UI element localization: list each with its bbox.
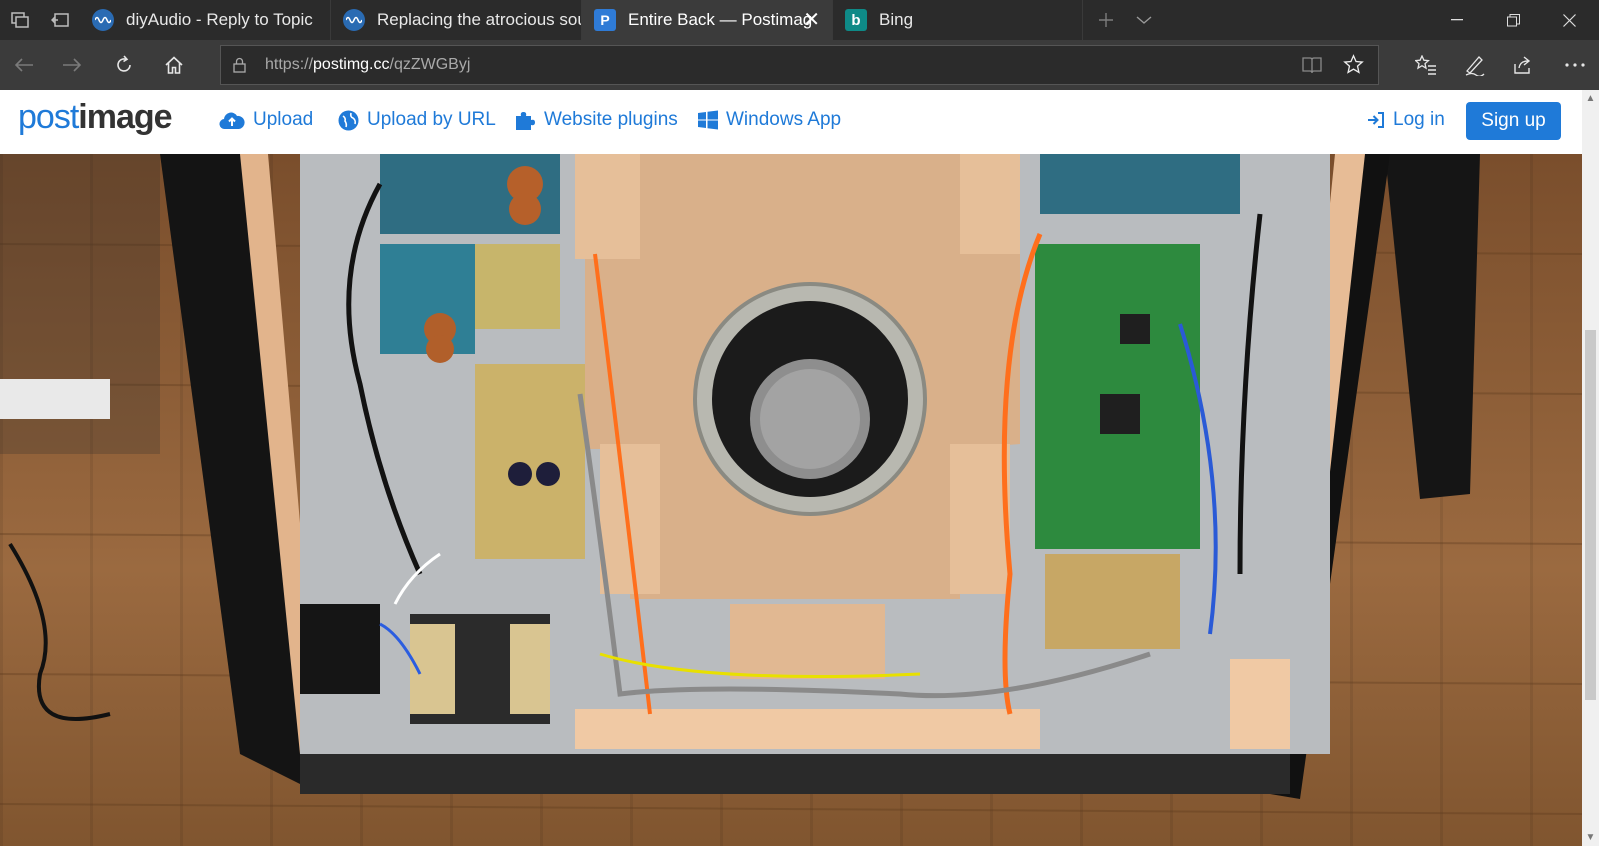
postimage-header: postimage Upload Upload by URL Website p… — [0, 90, 1582, 155]
lock-icon[interactable] — [233, 57, 246, 78]
diyaudio-icon — [92, 9, 114, 31]
scrollbar-thumb[interactable] — [1585, 330, 1596, 700]
url-text: https://postimg.cc/qzZWGByj — [265, 56, 470, 74]
upload-by-url-link[interactable]: Upload by URL — [338, 109, 496, 131]
scroll-down-icon[interactable]: ▼ — [1582, 829, 1599, 846]
tab-diyaudio-reply[interactable]: diyAudio - Reply to Topic — [80, 0, 331, 40]
upload-by-url-label: Upload by URL — [367, 109, 496, 130]
favorite-star-icon[interactable] — [1343, 54, 1364, 80]
home-icon[interactable] — [150, 40, 198, 90]
tab-label: Bing — [879, 10, 914, 29]
upload-label: Upload — [253, 109, 314, 130]
bing-icon: b — [845, 9, 867, 31]
tab-preview-chevron-icon[interactable] — [1124, 0, 1164, 40]
minimize-icon[interactable] — [1429, 0, 1485, 40]
set-aside-tabs-icon[interactable] — [40, 0, 80, 40]
page-scrollbar[interactable]: ▲ ▼ — [1582, 90, 1599, 846]
tab-bing[interactable]: b Bing — [833, 0, 1083, 40]
tab-actions-icon[interactable] — [0, 0, 40, 40]
reading-view-icon[interactable] — [1302, 56, 1322, 79]
share-icon[interactable] — [1499, 40, 1547, 90]
restore-icon[interactable] — [1485, 0, 1541, 40]
refresh-icon[interactable] — [100, 40, 148, 90]
close-tab-icon[interactable]: ✕ — [803, 10, 820, 30]
new-tab-icon[interactable] — [1086, 0, 1126, 40]
cloud-upload-icon — [219, 110, 245, 130]
website-plugins-label: Website plugins — [544, 109, 678, 130]
favorites-hub-icon[interactable] — [1402, 40, 1450, 90]
tab-entire-back-postimage[interactable]: P Entire Back — Postimag ✕ — [582, 0, 833, 40]
globe-icon — [338, 110, 359, 131]
postimage-logo[interactable]: postimage — [18, 98, 173, 137]
sign-in-icon — [1367, 111, 1385, 129]
windows-app-label: Windows App — [726, 109, 842, 130]
uploaded-photo[interactable] — [0, 154, 1582, 846]
navigation-bar: https://postimg.cc/qzZWGByj — [0, 40, 1599, 90]
tab-label: Entire Back — Postimag — [628, 10, 813, 29]
tab-replacing-atrocious[interactable]: Replacing the atrocious sou — [331, 0, 582, 40]
forward-icon[interactable] — [48, 40, 96, 90]
tab-strip: diyAudio - Reply to Topic Replacing the … — [0, 0, 1599, 40]
logo-image-text: image — [78, 98, 172, 136]
sign-up-button[interactable]: Sign up — [1466, 102, 1561, 140]
website-plugins-link[interactable]: Website plugins — [514, 109, 678, 131]
photo-amplifier-internals — [0, 154, 1582, 815]
windows-app-link[interactable]: Windows App — [698, 109, 841, 131]
web-page: postimage Upload Upload by URL Website p… — [0, 90, 1582, 846]
close-window-icon[interactable] — [1541, 0, 1597, 40]
upload-link[interactable]: Upload — [219, 109, 313, 131]
logo-post-text: post — [18, 98, 79, 136]
tab-label: diyAudio - Reply to Topic — [126, 10, 313, 29]
address-bar[interactable]: https://postimg.cc/qzZWGByj — [220, 45, 1379, 85]
back-icon[interactable] — [0, 40, 48, 90]
url-domain: postimg.cc — [313, 56, 390, 73]
log-in-link[interactable]: Log in — [1367, 109, 1445, 131]
url-path: /qzZWGByj — [389, 56, 471, 73]
windows-icon — [698, 110, 718, 130]
more-menu-icon[interactable] — [1551, 40, 1599, 90]
url-prefix: https:// — [265, 56, 314, 73]
puzzle-icon — [514, 109, 536, 131]
tab-label: Replacing the atrocious sou — [377, 10, 581, 29]
scroll-up-icon[interactable]: ▲ — [1582, 90, 1599, 107]
log-in-label: Log in — [1393, 109, 1445, 130]
postimage-icon: P — [594, 9, 616, 31]
web-note-pen-icon[interactable] — [1450, 40, 1498, 90]
diyaudio-icon — [343, 9, 365, 31]
